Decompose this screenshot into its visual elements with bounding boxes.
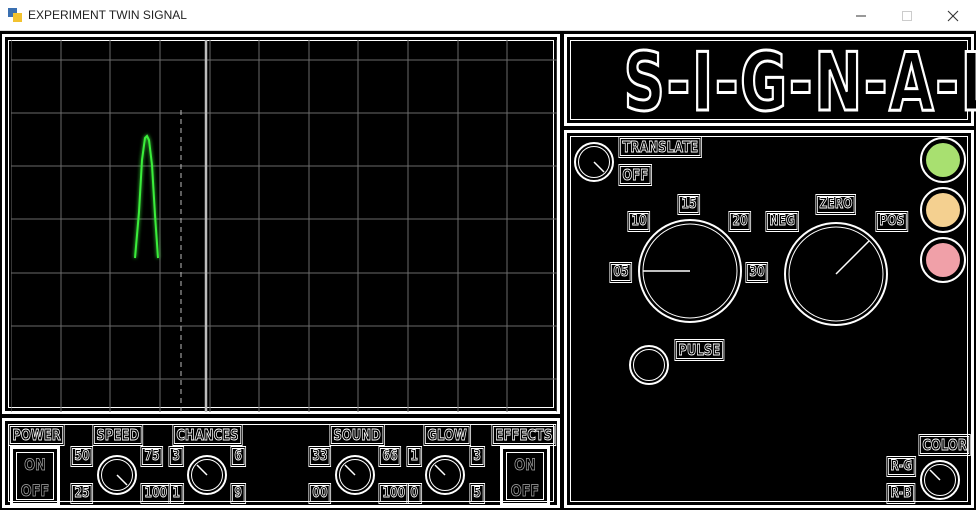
power-on-text: ON bbox=[24, 455, 46, 475]
freq-tick-15: 15 bbox=[677, 194, 701, 215]
sound-label: SOUND bbox=[329, 424, 385, 446]
frequency-knob[interactable] bbox=[637, 218, 743, 324]
translate-value: OFF bbox=[618, 164, 653, 186]
color-knob[interactable] bbox=[919, 459, 961, 501]
chances-tick-9: 9 bbox=[230, 483, 246, 504]
lamp-orange-fill bbox=[926, 193, 960, 227]
maximize-icon bbox=[902, 10, 912, 21]
pulse-label: PULSE bbox=[674, 339, 725, 361]
sound-tick-33: 33 bbox=[308, 446, 332, 467]
window-title: EXPERIMENT TWIN SIGNAL bbox=[28, 8, 187, 22]
color-rb-label: R-B bbox=[886, 483, 916, 504]
speed-tick-100: 100 bbox=[140, 483, 172, 504]
close-icon bbox=[947, 10, 959, 21]
green-signal-pulse bbox=[134, 134, 159, 259]
freq-tick-30: 30 bbox=[745, 262, 769, 283]
speed-tick-25: 25 bbox=[70, 483, 94, 504]
power-toggle[interactable]: ON OFF bbox=[10, 446, 60, 506]
status-lamp-red bbox=[920, 237, 966, 283]
effects-label: EFFECTS bbox=[491, 424, 557, 446]
logo-panel: S-I-G-N-A-L bbox=[564, 34, 976, 129]
scope-grid bbox=[11, 40, 557, 412]
status-lamp-orange bbox=[920, 187, 966, 233]
translate-knob[interactable] bbox=[573, 141, 615, 183]
glow-tick-1: 1 bbox=[406, 446, 422, 467]
glow-tick-5: 5 bbox=[469, 483, 485, 504]
speed-tick-75: 75 bbox=[140, 446, 164, 467]
speed-label: SPEED bbox=[92, 424, 143, 446]
sound-tick-66: 66 bbox=[378, 446, 402, 467]
translate-label: TRANSLATE bbox=[618, 136, 703, 158]
oscilloscope-panel bbox=[2, 34, 560, 414]
maximize-button[interactable] bbox=[884, 0, 930, 31]
sound-tick-100: 100 bbox=[378, 483, 410, 504]
minimize-icon bbox=[856, 15, 866, 16]
glow-label: GLOW bbox=[423, 424, 471, 446]
sound-tick-00: 00 bbox=[308, 483, 332, 504]
freq-tick-05: 05 bbox=[609, 262, 633, 283]
speed-tick-50: 50 bbox=[70, 446, 94, 467]
glow-tick-3: 3 bbox=[469, 446, 485, 467]
signal-controls-panel: TRANSLATE OFF 10 15 20 05 30 NEG ZERO PO… bbox=[564, 130, 974, 508]
speed-knob[interactable] bbox=[96, 454, 138, 496]
effects-off-text: OFF bbox=[510, 481, 540, 501]
effects-on-text: ON bbox=[514, 455, 536, 475]
chances-tick-1: 1 bbox=[168, 483, 184, 504]
effects-toggle[interactable]: ON OFF bbox=[500, 446, 550, 506]
zero-knob[interactable] bbox=[783, 221, 889, 327]
title-bar: EXPERIMENT TWIN SIGNAL bbox=[0, 0, 976, 31]
controls-panel: POWER ON OFF SPEED 50 75 25 100 CHANCES … bbox=[2, 418, 560, 508]
power-off-text: OFF bbox=[20, 481, 50, 501]
color-label: COLOR bbox=[918, 434, 971, 456]
close-button[interactable] bbox=[930, 0, 976, 31]
glow-knob[interactable] bbox=[424, 454, 466, 496]
chances-tick-3: 3 bbox=[168, 446, 184, 467]
minimize-button[interactable] bbox=[838, 0, 884, 31]
sound-knob[interactable] bbox=[334, 454, 376, 496]
power-label: POWER bbox=[8, 424, 65, 446]
pulse-button[interactable] bbox=[628, 344, 670, 386]
lamp-red-fill bbox=[926, 243, 960, 277]
status-lamp-green bbox=[920, 137, 966, 183]
glow-tick-0: 0 bbox=[406, 483, 422, 504]
chances-label: CHANCES bbox=[172, 424, 243, 446]
lamp-green-fill bbox=[926, 143, 960, 177]
chances-knob[interactable] bbox=[186, 454, 228, 496]
color-rg-label: R-G bbox=[886, 456, 917, 477]
app-icon bbox=[8, 8, 22, 22]
oscilloscope-screen bbox=[11, 40, 557, 412]
chances-tick-6: 6 bbox=[230, 446, 246, 467]
zero-label: ZERO bbox=[815, 194, 857, 215]
signal-logo: S-I-G-N-A-L bbox=[622, 36, 976, 129]
